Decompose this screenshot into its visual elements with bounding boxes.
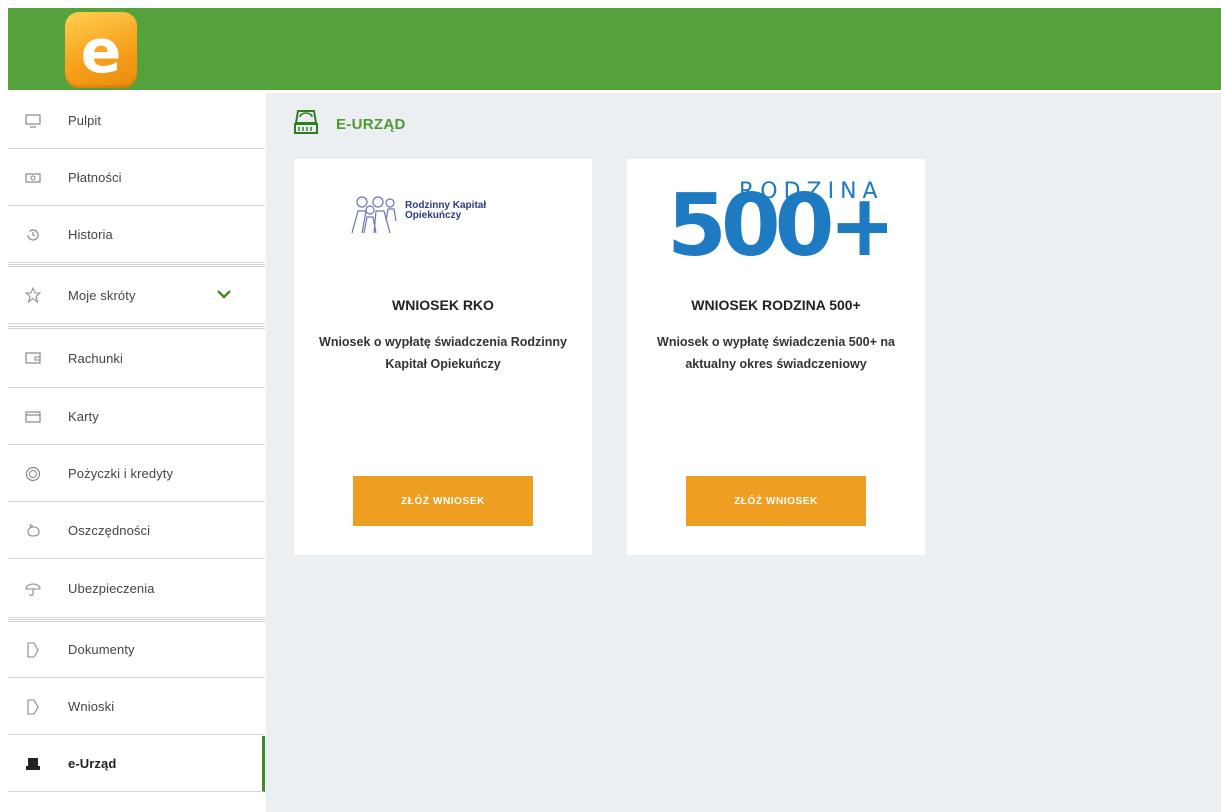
sidebar-item-label: e-Urząd bbox=[68, 756, 117, 771]
sidebar-item-ubezpieczenia[interactable]: Ubezpieczenia bbox=[8, 560, 265, 618]
sidebar-item-label: Karty bbox=[68, 409, 99, 424]
e-office-icon bbox=[294, 109, 318, 140]
top-bar: e bbox=[8, 8, 1221, 90]
rko-logo: Rodzinny Kapitał Opiekuńczy bbox=[348, 193, 538, 237]
sidebar-item-rachunki[interactable]: Rachunki bbox=[8, 326, 265, 388]
sidebar-item-moje-skroty[interactable]: Moje skróty bbox=[8, 264, 265, 324]
umbrella-icon bbox=[24, 580, 42, 598]
sidebar-item-label: Pożyczki i kredyty bbox=[68, 466, 174, 481]
card-icon bbox=[24, 408, 42, 426]
card-title: WNIOSEK RODZINA 500+ bbox=[691, 297, 861, 313]
sidebar-item-label: Ubezpieczenia bbox=[68, 581, 155, 596]
main-content: E-URZĄD Rodzinny Kapitał Opiekuńczy WNIO… bbox=[266, 93, 1221, 812]
sidebar-item-label: Wnioski bbox=[68, 699, 115, 714]
sidebar-item-platnosci[interactable]: Płatności bbox=[8, 150, 265, 206]
chevron-down-icon[interactable] bbox=[215, 285, 233, 303]
sidebar-item-historia[interactable]: Historia bbox=[8, 207, 265, 263]
sidebar-item-label: Dokumenty bbox=[68, 642, 135, 657]
sidebar-item-label: Pulpit bbox=[68, 113, 102, 128]
star-icon bbox=[24, 286, 42, 304]
wallet-icon bbox=[24, 349, 42, 367]
rko-logo-text: Rodzinny Kapitał Opiekuńczy bbox=[405, 200, 487, 221]
family-icon bbox=[351, 196, 397, 234]
document-icon bbox=[24, 641, 42, 659]
app-logo[interactable]: e bbox=[65, 12, 137, 88]
monitor-icon bbox=[24, 112, 42, 130]
document-icon bbox=[24, 698, 42, 716]
section-header: E-URZĄD bbox=[294, 109, 406, 140]
banknote-icon bbox=[24, 169, 42, 187]
card-wniosek-rko: Rodzinny Kapitał Opiekuńczy WNIOSEK RKO … bbox=[294, 159, 592, 555]
e-office-icon bbox=[24, 755, 42, 773]
card-description: Wniosek o wypłatę świadczenia Rodzinny K… bbox=[319, 335, 567, 371]
sidebar: Pulpit Płatności Historia Moje skróty Ra… bbox=[8, 93, 265, 793]
page-title: E-URZĄD bbox=[336, 116, 406, 133]
sidebar-item-wnioski[interactable]: Wnioski bbox=[8, 679, 265, 735]
sidebar-item-label: Płatności bbox=[68, 170, 122, 185]
rodzina-text: RODZINA bbox=[739, 179, 884, 204]
sidebar-item-pulpit[interactable]: Pulpit bbox=[8, 93, 265, 149]
svg-text:e: e bbox=[81, 17, 122, 87]
sidebar-item-dokumenty[interactable]: Dokumenty bbox=[8, 619, 265, 678]
sidebar-item-oszczednosci[interactable]: Oszczędności bbox=[8, 503, 265, 559]
card-title: WNIOSEK RKO bbox=[392, 297, 494, 313]
card-wniosek-500: 500+ RODZINA WNIOSEK RODZINA 500+ Wniose… bbox=[627, 159, 925, 555]
sidebar-item-label: Rachunki bbox=[68, 350, 123, 366]
sidebar-item-pozyczki[interactable]: Pożyczki i kredyty bbox=[8, 446, 265, 502]
sidebar-item-e-urzad[interactable]: e-Urząd bbox=[8, 736, 265, 792]
card-description: Wniosek o wypłatę świadczenia 500+ na ak… bbox=[657, 335, 895, 371]
submit-application-button[interactable]: ZŁÓŻ WNIOSEK bbox=[686, 476, 866, 526]
sidebar-item-label: Oszczędności bbox=[68, 523, 151, 538]
history-icon bbox=[24, 226, 42, 244]
rodzina-500-logo: 500+ RODZINA bbox=[667, 173, 887, 263]
coin-icon bbox=[24, 465, 42, 483]
piggy-bank-icon bbox=[24, 522, 42, 540]
submit-application-button[interactable]: ZŁÓŻ WNIOSEK bbox=[353, 476, 533, 526]
sidebar-item-karty[interactable]: Karty bbox=[8, 389, 265, 445]
sidebar-item-label: Historia bbox=[68, 227, 113, 242]
sidebar-item-label: Moje skróty bbox=[68, 287, 136, 303]
